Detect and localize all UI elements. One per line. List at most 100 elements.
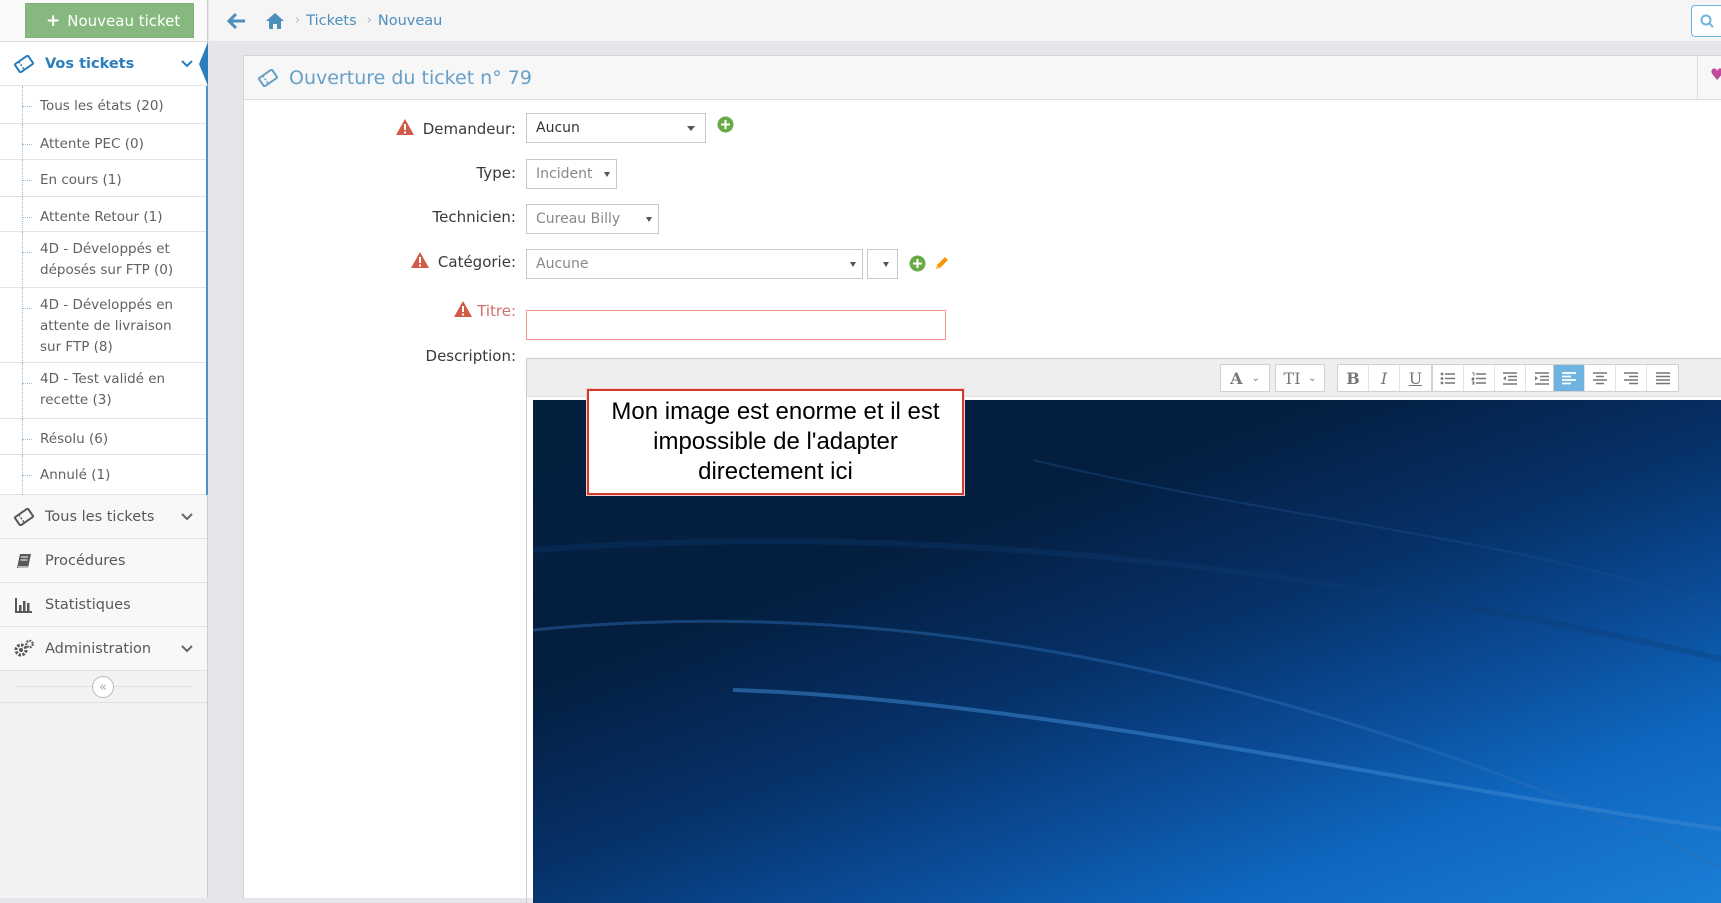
font-family-group: A ⌄ xyxy=(1220,364,1270,392)
sidebar-item-label: Procédures xyxy=(45,552,126,569)
category-label: Catégorie: xyxy=(410,247,516,277)
submenu-item[interactable]: En cours (1) xyxy=(0,160,206,197)
submenu-item[interactable]: 4D - Test validé en recette (3) xyxy=(0,363,206,419)
list-ul-icon xyxy=(1440,372,1455,384)
warning-icon xyxy=(453,300,473,322)
technician-select[interactable]: Cureau Billy xyxy=(526,204,659,234)
text-style-group: B I U xyxy=(1337,364,1432,392)
sidebar-collapse-row: « xyxy=(0,671,207,703)
sidebar-item-vos-tickets[interactable]: Vos tickets xyxy=(0,42,208,86)
add-requester-icon[interactable] xyxy=(716,115,734,133)
sidebar-item-procedures[interactable]: Procédures xyxy=(0,539,207,583)
breadcrumb-separator: › xyxy=(295,13,301,28)
font-size-group: TI ⌄ xyxy=(1275,364,1325,392)
chevron-down-icon xyxy=(604,172,610,177)
vos-tickets-submenu: Tous les états (20) Attente PEC (0) En c… xyxy=(0,86,208,495)
align-left-icon xyxy=(1562,371,1576,384)
pencil-icon[interactable] xyxy=(933,254,951,272)
bar-chart-icon xyxy=(12,594,36,616)
title-input[interactable] xyxy=(526,310,946,340)
chevron-down-icon[interactable] xyxy=(181,56,193,72)
align-right-button[interactable] xyxy=(1616,365,1647,391)
breadcrumb: › Tickets › Nouveau xyxy=(209,0,1721,42)
technician-label: Technicien: xyxy=(432,208,516,226)
font-size-button[interactable]: TI ⌄ xyxy=(1276,365,1324,391)
home-icon[interactable] xyxy=(265,12,285,30)
sidebar: + Nouveau ticket Vos tickets Tous les ét… xyxy=(0,0,208,898)
submenu-item[interactable]: 4D - Développés et déposés sur FTP (0) xyxy=(0,232,206,288)
align-justify-icon xyxy=(1655,371,1670,384)
submenu-item[interactable]: Attente PEC (0) xyxy=(0,124,206,160)
search-icon xyxy=(1700,14,1714,28)
gears-icon xyxy=(12,638,36,660)
plus-icon: + xyxy=(46,10,61,31)
text-height-icon: TI xyxy=(1283,368,1301,388)
bold-icon: B xyxy=(1346,368,1360,388)
ticket-icon xyxy=(258,68,278,87)
sidebar-item-statistiques[interactable]: Statistiques xyxy=(0,583,207,627)
active-indicator xyxy=(199,42,208,86)
chevron-down-icon xyxy=(646,217,652,222)
numbered-list-button[interactable] xyxy=(1464,365,1495,391)
title-label: Titre: xyxy=(453,296,516,326)
requester-select[interactable]: Aucun xyxy=(526,113,706,143)
underline-button[interactable]: U xyxy=(1400,365,1431,391)
add-category-icon[interactable] xyxy=(908,254,926,272)
chevron-down-icon xyxy=(883,262,889,267)
indent-icon xyxy=(1534,371,1549,385)
sidebar-item-administration[interactable]: Administration xyxy=(0,627,207,671)
search-input[interactable] xyxy=(1691,5,1721,37)
chevron-down-icon xyxy=(687,126,695,131)
bullet-list-button[interactable] xyxy=(1433,365,1464,391)
breadcrumb-separator: › xyxy=(366,13,372,28)
chevron-down-icon[interactable] xyxy=(181,509,193,525)
italic-icon: I xyxy=(1380,368,1388,388)
font-family-button[interactable]: A ⌄ xyxy=(1221,365,1269,391)
align-group xyxy=(1553,364,1679,392)
chevron-down-icon xyxy=(850,262,856,267)
double-chevron-left-icon[interactable]: « xyxy=(92,676,114,698)
submenu-item[interactable]: Annulé (1) xyxy=(0,455,206,495)
new-ticket-button[interactable]: + Nouveau ticket xyxy=(25,3,195,38)
ticket-icon xyxy=(12,506,36,528)
sidebar-item-label: Statistiques xyxy=(45,596,131,613)
page-title: Ouverture du ticket n° 79 xyxy=(289,66,532,89)
type-select[interactable]: Incident xyxy=(526,159,617,189)
description-label: Description: xyxy=(425,347,516,365)
breadcrumb-nouveau[interactable]: Nouveau xyxy=(378,13,443,29)
submenu-item[interactable]: Tous les états (20) xyxy=(0,86,206,124)
bold-button[interactable]: B xyxy=(1338,365,1369,391)
widget-header: Ouverture du ticket n° 79 ♥ xyxy=(244,56,1721,100)
list-ol-icon xyxy=(1471,372,1486,384)
category-select[interactable]: Aucune xyxy=(526,249,863,279)
sidebar-item-label: Vos tickets xyxy=(45,55,135,72)
underline-icon: U xyxy=(1408,368,1423,388)
align-center-icon xyxy=(1593,371,1607,384)
breadcrumb-tickets[interactable]: Tickets xyxy=(306,13,356,29)
warning-icon xyxy=(395,118,415,140)
arrow-left-icon[interactable] xyxy=(227,12,247,30)
chevron-down-icon: ⌄ xyxy=(1308,372,1317,384)
book-icon xyxy=(12,550,36,572)
align-justify-button[interactable] xyxy=(1647,365,1678,391)
align-left-button[interactable] xyxy=(1554,365,1585,391)
submenu-item[interactable]: Attente Retour (1) xyxy=(0,197,206,232)
sidebar-item-label: Administration xyxy=(45,640,152,657)
sidebar-item-tous-les-tickets[interactable]: Tous les tickets xyxy=(0,495,207,539)
list-group xyxy=(1432,364,1558,392)
chevron-down-icon[interactable] xyxy=(181,641,193,657)
align-center-button[interactable] xyxy=(1585,365,1616,391)
submenu-item[interactable]: Résolu (6) xyxy=(0,419,206,455)
widget-toolbar: ♥ xyxy=(1697,56,1721,100)
outdent-button[interactable] xyxy=(1495,365,1526,391)
submenu-item[interactable]: 4D - Développés en attente de livraison … xyxy=(0,288,206,363)
ticket-icon xyxy=(12,53,36,75)
outdent-icon xyxy=(1503,371,1517,385)
sidebar-shortcuts: + Nouveau ticket xyxy=(0,0,207,42)
warning-icon xyxy=(410,251,430,273)
align-right-icon xyxy=(1624,371,1638,384)
subcategory-select[interactable] xyxy=(867,249,898,279)
font-icon: A xyxy=(1230,368,1243,388)
italic-button[interactable]: I xyxy=(1369,365,1400,391)
heart-icon[interactable]: ♥ xyxy=(1710,65,1721,84)
